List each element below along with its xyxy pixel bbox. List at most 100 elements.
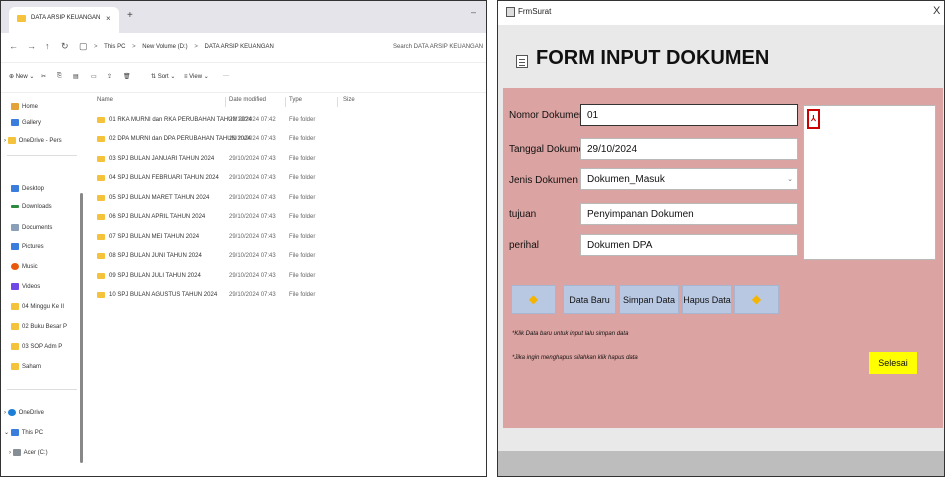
simpan-data-button[interactable]: Simpan Data [619,285,679,314]
folder-icon [97,136,105,142]
column-header-name[interactable]: Name [97,97,113,103]
sidebar-label: Home [22,104,39,111]
folder-icon [97,214,105,220]
perihal-field[interactable]: Dokumen DPA [580,234,798,256]
data-baru-button[interactable]: Data Baru [563,285,616,314]
table-row[interactable]: 05 SPJ BULAN MARET TAHUN 2024 29/10/2024 … [89,193,389,205]
sidebar-item-home[interactable]: Home [11,103,38,110]
up-icon[interactable]: ↑ [45,41,50,51]
new-tab-button[interactable]: + [127,10,133,21]
sidebar-label: Pictures [22,244,44,251]
table-row[interactable]: 07 SPJ BULAN MEI TAHUN 2024 29/10/2024 07… [89,232,389,244]
breadcrumb-separator: > [94,44,98,50]
view-button[interactable]: ≡ View ⌄ [184,73,209,80]
home-icon [11,103,19,110]
file-type: File folder [289,195,316,201]
folder-icon [11,303,19,310]
sidebar-item-folder[interactable]: 04 Minggu Ke II [11,303,64,310]
document-icon [516,55,528,68]
sidebar-item-gallery[interactable]: Gallery [11,119,41,126]
sidebar-item-folder[interactable]: Saham [11,363,41,370]
sidebar-item-folder[interactable]: 02 Buku Besar P [11,323,67,330]
label-jenis-dokumen: Jenis Dokumen [509,175,578,186]
tab-title: DATA ARSIP KEUANGAN [31,15,101,21]
forward-icon[interactable]: → [27,41,36,51]
table-row[interactable]: 02 DPA MURNI dan DPA PERUBAHAN TAHUN 202… [89,134,389,146]
sidebar-item-this-pc[interactable]: ⌄ This PC [4,429,43,436]
drive-icon [12,449,21,456]
sidebar-item-videos[interactable]: Videos [11,283,40,290]
copy-icon[interactable]: ⎘ [57,73,62,80]
tab-close-icon[interactable]: × [106,14,111,23]
sidebar-item-music[interactable]: Music [11,263,38,270]
file-date: 29/10/2024 07:42 [229,117,276,123]
column-header-type[interactable]: Type [289,97,302,103]
breadcrumb[interactable]: > This PC > New Volume (D:) > DATA ARSIP… [89,39,389,57]
address-bar-row: ← → ↑ ↻ ▢ > This PC > New Volume (D:) > … [1,33,486,63]
hapus-data-button[interactable]: Hapus Data [682,285,732,314]
cut-icon[interactable]: ✂ [41,73,46,80]
tab-data-arsip[interactable]: DATA ARSIP KEUANGAN × [9,7,119,33]
table-row[interactable]: 01 RKA MURNI dan RKA PERUBAHAN TAHUN 202… [89,115,389,127]
sidebar-item-pictures[interactable]: Pictures [11,243,44,250]
jenis-dokumen-value: Dokumen_Masuk [587,174,665,185]
breadcrumb-new-volume[interactable]: New Volume (D:) [142,44,187,50]
file-name: 06 SPJ BULAN APRIL TAHUN 2024 [109,214,206,220]
sidebar-label: Documents [22,225,53,232]
form-header: FORM INPUT DOKUMEN [498,25,944,87]
chevron-down-icon[interactable]: ⌄ [787,175,793,183]
table-row[interactable]: 03 SPJ BULAN JANUARI TAHUN 2024 29/10/202… [89,154,389,166]
search-input[interactable]: Search DATA ARSIP KEUANGAN [393,39,485,57]
back-icon[interactable]: ← [9,41,18,51]
file-name: 04 SPJ BULAN FEBRUARI TAHUN 2024 [109,175,219,181]
jenis-dokumen-select[interactable]: Dokumen_Masuk ⌄ [580,168,798,190]
tujuan-field[interactable]: Penyimpanan Dokumen [580,203,798,225]
column-header-date[interactable]: Date modified [229,97,266,103]
sort-button[interactable]: ⇅ Sort ⌄ [151,73,175,80]
folder-icon [97,253,105,259]
table-row[interactable]: 10 SPJ BULAN AGUSTUS TAHUN 2024 29/10/202… [89,290,389,302]
sidebar-label: Desktop [22,186,45,193]
pdf-icon[interactable]: ⅄ [807,109,820,129]
table-row[interactable]: 04 SPJ BULAN FEBRUARI TAHUN 2024 29/10/20… [89,173,389,185]
delete-icon[interactable]: 🗑 [123,73,131,80]
sidebar-label: This PC [21,430,44,437]
breadcrumb-separator: > [132,44,136,50]
folder-icon [97,195,105,201]
attachment-box[interactable]: ⅄ [803,105,936,260]
sidebar-item-onedrive-personal[interactable]: › OneDrive - Pers [4,137,62,144]
sidebar-item-desktop[interactable]: Desktop [11,185,44,192]
minimize-button[interactable]: – [471,7,476,17]
new-button[interactable]: ⊕ New ⌄ [9,73,34,80]
paste-icon[interactable]: ▤ [73,73,79,80]
nomor-dokumen-field[interactable]: 01 [580,104,798,126]
breadcrumb-this-pc[interactable]: This PC [104,44,125,50]
sidebar-item-onedrive[interactable]: › OneDrive [4,409,44,416]
label-tanggal-dokumen: Tanggal Dokumen [509,144,590,155]
tanggal-dokumen-field[interactable]: 29/10/2024 [580,138,798,160]
file-name: 09 SPJ BULAN JULI TAHUN 2024 [109,273,201,279]
next-record-button[interactable]: ◆ [734,285,779,314]
videos-icon [11,283,19,290]
form-title-bar: FrmSurat X [498,1,944,25]
table-row[interactable]: 06 SPJ BULAN APRIL TAHUN 2024 29/10/2024 … [89,212,389,224]
sidebar-item-downloads[interactable]: Downloads [11,204,52,210]
more-options-button[interactable]: ··· [223,73,229,79]
file-name: 07 SPJ BULAN MEI TAHUN 2024 [109,234,200,240]
table-row[interactable]: 08 SPJ BULAN JUNI TAHUN 2024 29/10/2024 0… [89,251,389,263]
share-icon[interactable]: ⇪ [107,73,112,80]
sidebar-scrollbar[interactable] [80,193,83,463]
sidebar-item-folder[interactable]: 03 SOP Adm P [11,343,62,350]
sidebar-item-drive[interactable]: › Acer (C:) [9,449,48,456]
breadcrumb-data-arsip[interactable]: DATA ARSIP KEUANGAN [205,44,274,50]
refresh-icon[interactable]: ↻ [61,41,69,52]
previous-record-button[interactable]: ◆ [511,285,556,314]
sidebar-item-documents[interactable]: Documents [11,224,52,231]
form-detail: Nomor Dokumen 01 Tanggal Dokumen 29/10/2… [503,88,943,428]
file-type: File folder [289,156,316,162]
close-button[interactable]: X [933,5,940,17]
rename-icon[interactable]: ▭ [91,73,97,80]
selesai-button[interactable]: Selesai [869,352,917,374]
column-header-size[interactable]: Size [343,97,355,103]
table-row[interactable]: 09 SPJ BULAN JULI TAHUN 2024 29/10/2024 0… [89,271,389,283]
